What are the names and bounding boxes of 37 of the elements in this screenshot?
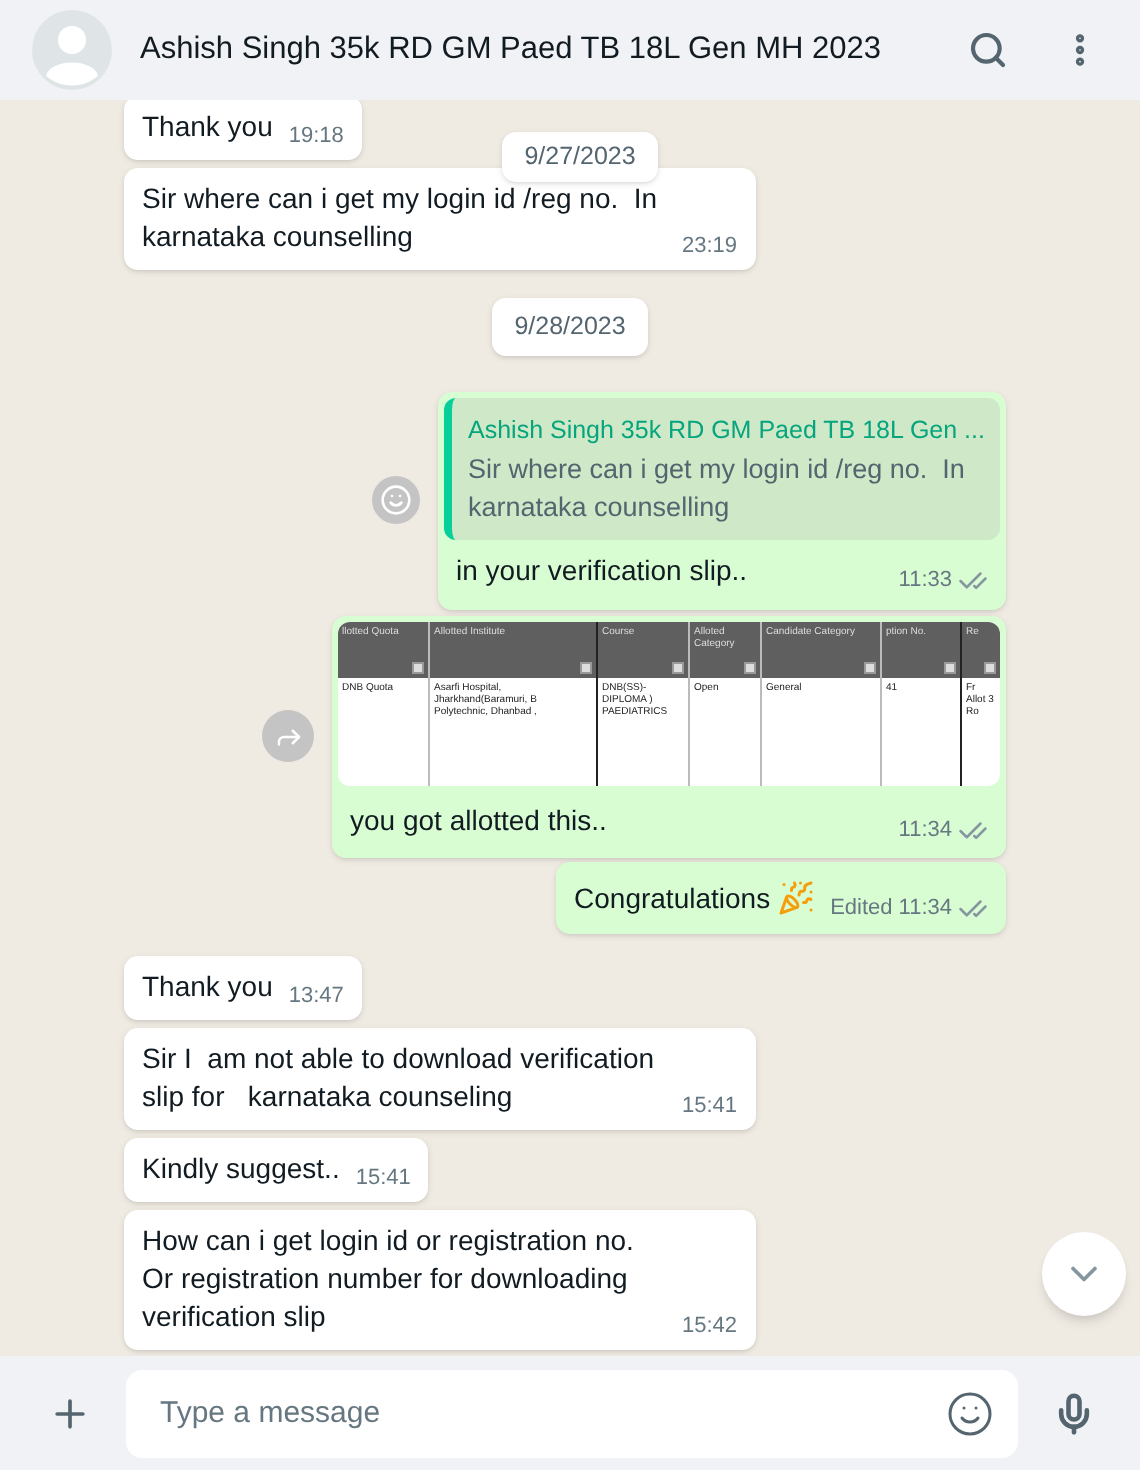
message-time: 15:42 (682, 1315, 738, 1338)
message-time: 13:47 (288, 985, 344, 1008)
filter-icon (944, 661, 956, 674)
emoji-icon[interactable] (946, 1389, 994, 1437)
smiley-icon (380, 484, 412, 517)
quoted-message[interactable]: Ashish Singh 35k RD GM Paed TB 18L Gen ... Sir where can i get my login id /reg no. In karnataka counselling (444, 397, 1000, 540)
message-text: Thank you (142, 108, 273, 146)
message-text: How can i get login id or registration no. Or registration number for downloading verification slip (142, 1221, 636, 1336)
search-icon[interactable] (968, 30, 1008, 70)
message-text: Sir where can i get my login id /reg no. In karnataka counselling (142, 180, 660, 256)
message-text: in your verification slip.. (456, 551, 748, 590)
message-text: you got allotted this.. (350, 801, 607, 840)
message-time: 11:34 (898, 897, 952, 920)
filter-icon (412, 661, 424, 674)
date-chip: 9/27/2023 (502, 132, 658, 182)
filter-icon (580, 661, 592, 674)
message-time: 15:41 (355, 1167, 411, 1190)
message-text: Kindly suggest.. (142, 1149, 340, 1188)
message-time: 19:18 (288, 126, 344, 148)
filter-icon (864, 661, 876, 674)
edited-label: Edited (830, 897, 893, 920)
chat-title: Ashish Singh 35k RD GM Paed TB 18L Gen MH 2023 (140, 30, 881, 71)
quote-text: Sir where can i get my login id /reg no. In karnataka counselling (468, 451, 967, 526)
message-time: 23:19 (682, 236, 738, 258)
message-text: Sir I am not able to download verification slip for karnataka counseling (142, 1039, 657, 1116)
message-time: 11:33 (898, 569, 952, 592)
filter-icon (744, 661, 756, 674)
message-time: 11:34 (898, 819, 952, 842)
message-time: 15:41 (682, 1095, 738, 1118)
filter-icon (984, 661, 996, 674)
filter-icon (672, 661, 684, 674)
message-text: Thank you (142, 967, 273, 1006)
message-input[interactable]: Type a message (126, 1369, 1018, 1457)
message-text: Congratulations (574, 879, 771, 918)
date-chip: 9/28/2023 (492, 298, 648, 356)
table-screenshot[interactable] (338, 621, 1000, 786)
quote-author: Ashish Singh 35k RD GM Paed TB 18L Gen ... (468, 413, 985, 448)
